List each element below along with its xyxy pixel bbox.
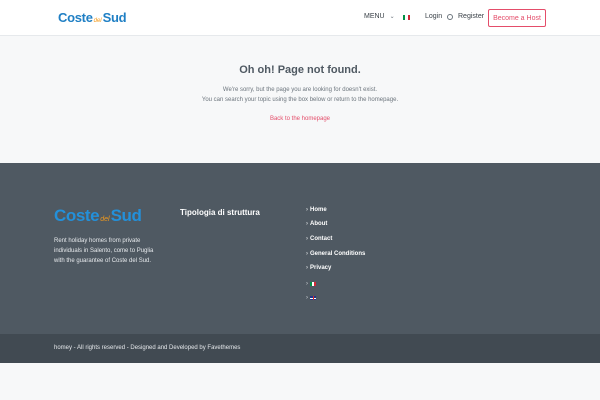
footer-logo-text-coste: Coste bbox=[54, 206, 100, 225]
chevron-right-icon: › bbox=[306, 295, 308, 301]
footer-link-label: Contact bbox=[310, 236, 333, 242]
footer-link-label: About bbox=[310, 221, 328, 227]
uk-flag-icon bbox=[310, 296, 316, 300]
logo-text-del: del bbox=[93, 18, 102, 24]
logo-text-coste: Coste bbox=[58, 10, 93, 25]
register-link[interactable]: Register bbox=[458, 13, 484, 20]
chevron-down-icon: ⌄ bbox=[389, 14, 395, 20]
error-message-line-2: You can search your topic using the box … bbox=[201, 97, 399, 103]
page-title: Oh oh! Page not found. bbox=[239, 64, 361, 76]
chevron-right-icon: › bbox=[306, 236, 308, 242]
user-icon bbox=[447, 14, 453, 20]
site-logo[interactable]: Coste del Sud bbox=[58, 10, 127, 26]
menu-dropdown[interactable]: MENU ⌄ bbox=[364, 13, 395, 20]
page-bottom-area bbox=[0, 363, 600, 400]
footer-logo-text-sud: Sud bbox=[110, 206, 142, 225]
sub-footer: homey - All rights reserved - Designed a… bbox=[0, 334, 600, 363]
footer-column-heading: Tipologia di struttura bbox=[180, 208, 260, 217]
footer-link-privacy[interactable]: › Privacy bbox=[306, 265, 331, 271]
chevron-right-icon: › bbox=[306, 265, 308, 271]
copyright-text: homey - All rights reserved - Designed a… bbox=[54, 345, 241, 351]
footer-description-line: individuals in Salento, come to Puglia bbox=[54, 248, 154, 254]
become-host-button[interactable]: Become a Host bbox=[488, 9, 546, 27]
footer-description-line: with the guarantee of Coste del Sud. bbox=[54, 258, 152, 264]
italian-flag-icon[interactable] bbox=[403, 15, 410, 20]
chevron-right-icon: › bbox=[306, 281, 308, 287]
site-header: Coste del Sud MENU ⌄ Login Register Beco… bbox=[0, 0, 600, 36]
footer-link-label: Privacy bbox=[310, 265, 332, 271]
chevron-right-icon: › bbox=[306, 251, 308, 257]
footer-link-contact[interactable]: › Contact bbox=[306, 236, 332, 242]
footer-link-about[interactable]: › About bbox=[306, 221, 327, 227]
footer-link-label: Home bbox=[310, 207, 327, 213]
logo-text-sud: Sud bbox=[102, 10, 127, 25]
footer-logo[interactable]: Coste del Sud bbox=[54, 206, 142, 226]
error-message-line-1: We're sorry, but the page you are lookin… bbox=[222, 87, 378, 93]
footer-logo-text-del: del bbox=[100, 216, 110, 223]
login-link[interactable]: Login bbox=[425, 13, 442, 20]
menu-label: MENU bbox=[364, 13, 385, 20]
footer-description-line: Rent holiday homes from private bbox=[54, 238, 141, 244]
footer-link-label: General Conditions bbox=[310, 251, 366, 257]
footer-link-home[interactable]: › Home bbox=[306, 207, 327, 213]
italian-flag-icon bbox=[310, 282, 316, 286]
back-to-homepage-link[interactable]: Back to the homepage bbox=[0, 116, 600, 122]
chevron-right-icon: › bbox=[306, 207, 308, 213]
footer-language-english[interactable]: › bbox=[306, 295, 316, 301]
footer-link-general-conditions[interactable]: › General Conditions bbox=[306, 251, 365, 257]
site-footer: Coste del Sud Rent holiday homes from pr… bbox=[0, 163, 600, 334]
chevron-right-icon: › bbox=[306, 221, 308, 227]
footer-language-italian[interactable]: › bbox=[306, 281, 316, 287]
footer-description: Rent holiday homes from private individu… bbox=[54, 236, 174, 266]
